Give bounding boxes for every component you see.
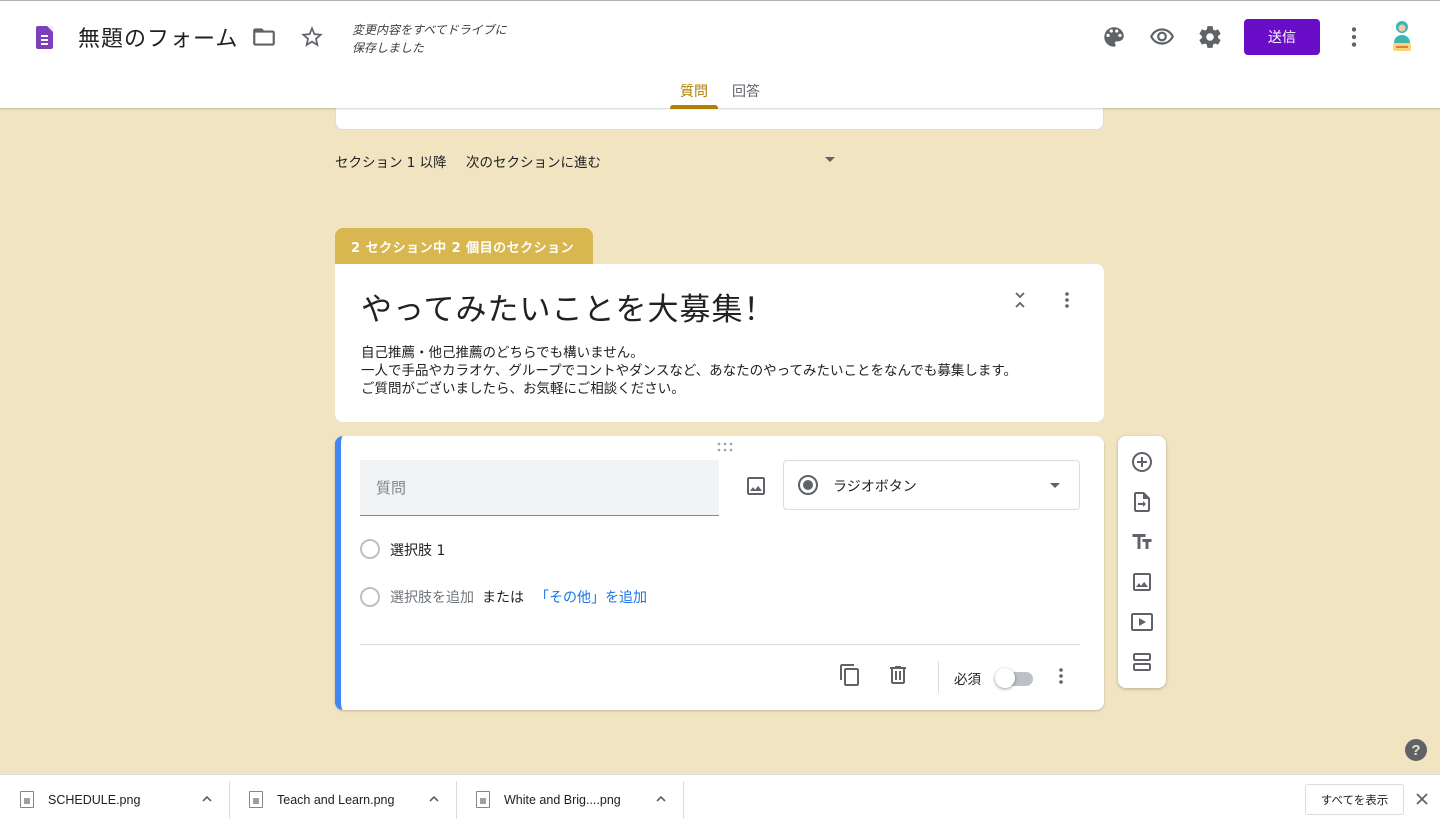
image-file-icon — [20, 791, 34, 808]
tab-questions[interactable]: 質問 — [680, 81, 708, 101]
download-separator — [683, 781, 684, 819]
image-file-icon — [249, 791, 263, 808]
drag-handle-icon[interactable] — [716, 442, 734, 452]
required-label: 必須 — [954, 672, 981, 688]
delete-trash-icon[interactable] — [886, 663, 910, 687]
question-type-label: ラジオボタン — [833, 479, 917, 495]
send-button[interactable]: 送信 — [1244, 19, 1320, 55]
active-tab-indicator — [670, 105, 718, 109]
download-item[interactable]: White and Brig....png — [456, 775, 683, 823]
form-title[interactable]: 無題のフォーム — [78, 21, 238, 53]
folder-icon[interactable] — [251, 24, 277, 50]
after-section-label: セクション 1 以降 — [335, 155, 447, 171]
description-line: ご質問がございましたら、お気軽にご相談ください。 — [361, 381, 685, 397]
help-icon[interactable]: ? — [1405, 739, 1427, 761]
section-more-icon[interactable] — [1057, 290, 1077, 310]
settings-gear-icon[interactable] — [1197, 24, 1223, 50]
chevron-up-icon[interactable] — [428, 793, 440, 805]
download-file-name: White and Brig....png — [504, 793, 621, 807]
preview-eye-icon[interactable] — [1149, 24, 1175, 50]
radio-button-icon — [798, 475, 818, 495]
required-toggle-knob[interactable] — [995, 668, 1015, 688]
add-title-icon[interactable] — [1130, 530, 1154, 554]
save-status-line1: 変更内容をすべてドライブに — [352, 23, 507, 37]
question-type-select[interactable]: ラジオボタン — [783, 460, 1080, 510]
side-toolbar — [1118, 436, 1166, 688]
section-header-card[interactable]: やってみたいことを大募集！ 自己推薦・他己推薦のどちらでも構いません。 一人で手… — [335, 264, 1104, 422]
close-icon[interactable] — [1414, 791, 1430, 807]
add-image-icon[interactable] — [744, 474, 768, 498]
show-all-downloads-button[interactable]: すべてを表示 — [1305, 784, 1404, 815]
add-video-icon[interactable] — [1130, 610, 1154, 634]
or-text: または — [482, 590, 524, 606]
collapse-section-icon[interactable] — [1010, 290, 1030, 310]
add-option-link[interactable]: 選択肢を追加 — [390, 587, 474, 607]
section-badge: 2 セクション中 2 個目のセクション — [335, 228, 593, 264]
tab-responses[interactable]: 回答 — [732, 81, 760, 101]
download-file-name: Teach and Learn.png — [277, 793, 395, 807]
description-line: 自己推薦・他己推薦のどちらでも構いません。 — [361, 345, 644, 361]
image-file-icon — [476, 791, 490, 808]
description-line: 一人で手品やカラオケ、グループでコントやダンスなど、あなたのやってみたいことをな… — [361, 363, 1017, 379]
question-title-input[interactable] — [360, 460, 719, 516]
chevron-up-icon[interactable] — [655, 793, 667, 805]
add-other-link[interactable]: 「その他」を追加 — [535, 587, 647, 607]
add-image-icon[interactable] — [1130, 570, 1154, 594]
star-icon[interactable] — [299, 24, 325, 50]
download-shelf: SCHEDULE.png Teach and Learn.png White a… — [0, 774, 1440, 823]
divider — [360, 644, 1080, 645]
import-questions-icon[interactable] — [1130, 490, 1154, 514]
after-section-dropdown[interactable]: 次のセクションに進む — [466, 151, 601, 171]
chevron-down-icon — [1050, 483, 1060, 488]
save-status: 変更内容をすべてドライブに 保存しました — [352, 21, 522, 57]
top-app-bar: 無題のフォーム 変更内容をすべてドライブに 保存しました 送信 質問 回答 — [0, 0, 1440, 109]
google-forms-logo[interactable] — [36, 26, 53, 49]
add-question-icon[interactable] — [1130, 450, 1154, 474]
section-title[interactable]: やってみたいことを大募集！ — [361, 284, 775, 329]
option-radio-icon — [360, 539, 380, 559]
account-avatar[interactable] — [1388, 19, 1416, 53]
dropdown-caret-icon[interactable] — [825, 157, 835, 162]
more-vert-icon[interactable] — [1341, 24, 1367, 50]
footer-divider — [938, 661, 939, 693]
palette-icon[interactable] — [1101, 24, 1127, 50]
option-1-label[interactable]: 選択肢 1 — [390, 540, 445, 560]
question-card[interactable]: ラジオボタン 選択肢 1 選択肢を追加 または 「その他」を追加 必須 — [335, 436, 1104, 710]
section-description[interactable]: 自己推薦・他己推薦のどちらでも構いません。 一人で手品やカラオケ、グループでコン… — [361, 344, 1017, 398]
add-option-radio-icon — [360, 587, 380, 607]
download-file-name: SCHEDULE.png — [48, 793, 141, 807]
download-item[interactable]: Teach and Learn.png — [229, 775, 456, 823]
duplicate-icon[interactable] — [838, 663, 862, 687]
add-section-icon[interactable] — [1130, 650, 1154, 674]
download-item[interactable]: SCHEDULE.png — [0, 775, 228, 823]
chevron-up-icon[interactable] — [201, 793, 213, 805]
save-status-line2: 保存しました — [352, 41, 425, 55]
question-more-icon[interactable] — [1051, 666, 1071, 686]
